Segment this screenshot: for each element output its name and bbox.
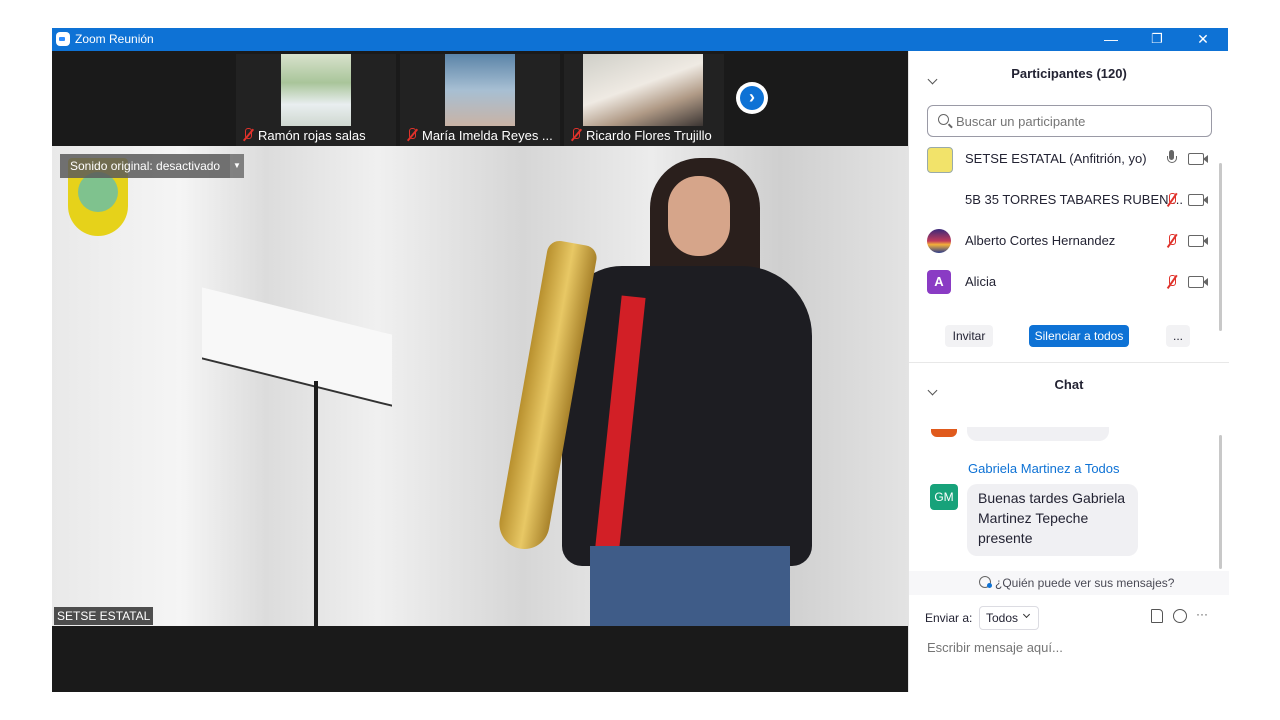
thumbnail-name: María Imelda Reyes ... <box>422 128 553 143</box>
participant-row[interactable]: Alberto Cortes Hernandez <box>909 221 1219 261</box>
participants-scrollbar[interactable] <box>1219 163 1222 331</box>
original-sound-toggle[interactable]: Sonido original: desactivado <box>60 154 231 178</box>
participant-video <box>281 54 351 126</box>
thumbnail-name-bar: María Imelda Reyes ... <box>400 126 560 146</box>
chat-header: Chat <box>1054 377 1084 392</box>
chat-scrollbar[interactable] <box>1219 435 1222 569</box>
video-area: Ramón rojas salas María Imelda Reyes ...… <box>52 51 908 692</box>
muted-mic-icon <box>242 128 254 142</box>
crest-emblem <box>78 172 118 212</box>
music-stand <box>202 287 392 407</box>
participant-row[interactable]: 5B 35 TORRES TABARES RUBEN ... <box>909 180 1219 220</box>
thumbnail-name-bar: Ricardo Flores Trujillo <box>564 126 724 146</box>
participant-name: Alicia <box>965 274 997 289</box>
search-icon-handle <box>948 123 953 129</box>
window-title: Zoom Reunión <box>75 32 154 46</box>
microphone-icon[interactable] <box>1166 150 1178 166</box>
minimize-button[interactable]: — <box>1088 28 1134 51</box>
emoji-icon[interactable] <box>1173 609 1187 623</box>
invite-button[interactable]: Invitar <box>945 325 993 347</box>
performer-face <box>668 176 730 256</box>
participant-name: 5B 35 TORRES TABARES RUBEN ... <box>965 192 1183 207</box>
avatar <box>927 229 951 253</box>
side-panel: Participantes (120) SETSE ESTATAL (Anfit… <box>908 51 1229 692</box>
video-camera-icon[interactable] <box>1188 194 1208 206</box>
thumbnail-name: Ramón rojas salas <box>258 128 366 143</box>
avatar <box>931 429 957 437</box>
who-can-see-bar[interactable]: ¿Quién puede ver sus mensajes? <box>909 571 1229 595</box>
speaker-name-label: SETSE ESTATAL <box>54 607 154 625</box>
info-dot-icon <box>987 583 992 588</box>
send-to-dropdown[interactable]: Todos <box>979 606 1039 630</box>
chevron-down-icon <box>1022 610 1031 619</box>
participant-thumbnail[interactable]: María Imelda Reyes ... <box>400 54 560 146</box>
restore-button[interactable]: ❐ <box>1134 28 1180 51</box>
participant-name: SETSE ESTATAL (Anfitrión, yo) <box>965 151 1147 166</box>
avatar: GM <box>930 484 958 510</box>
participant-name: Alberto Cortes Hernandez <box>965 233 1116 248</box>
music-stand-pole <box>314 381 318 626</box>
muted-mic-icon <box>570 128 582 142</box>
muted-mic-icon[interactable] <box>1164 192 1180 208</box>
performer-jeans <box>590 546 790 626</box>
participants-header: Participantes (120) <box>1011 66 1127 81</box>
video-camera-icon[interactable] <box>1188 276 1208 288</box>
muted-mic-icon <box>406 128 418 142</box>
thumbnail-name: Ricardo Flores Trujillo <box>586 128 712 143</box>
divider <box>909 362 1229 363</box>
active-speaker-video[interactable]: Sonido original: desactivado ▼ SETSE EST… <box>52 146 908 626</box>
title-bar: Zoom Reunión — ❐ ✕ <box>52 28 1228 51</box>
mute-all-button[interactable]: Silenciar a todos <box>1029 325 1129 347</box>
chat-message-bubble: Buenas tardes Gabriela Martinez Tepeche … <box>967 484 1138 556</box>
more-icon[interactable]: ··· <box>1196 607 1208 621</box>
muted-mic-icon[interactable] <box>1164 274 1180 290</box>
avatar: A <box>927 270 951 294</box>
participant-row[interactable]: SETSE ESTATAL (Anfitrión, yo) <box>909 139 1219 179</box>
who-can-see-link[interactable]: ¿Quién puede ver sus mensajes? <box>995 576 1174 590</box>
search-icon <box>938 114 949 125</box>
participant-video <box>445 54 515 126</box>
close-button[interactable]: ✕ <box>1180 28 1226 51</box>
participant-video <box>583 54 703 126</box>
chevron-down-icon[interactable]: ▼ <box>230 154 244 178</box>
chat-sender-label: Gabriela Martinez a Todos <box>968 461 1120 476</box>
participant-thumbnail[interactable]: Ramón rojas salas <box>236 54 396 146</box>
video-camera-icon[interactable] <box>1188 153 1208 165</box>
send-to-value: Todos <box>986 611 1019 625</box>
zoom-logo-icon <box>56 32 70 46</box>
participant-thumbnail[interactable]: Ricardo Flores Trujillo <box>564 54 724 146</box>
send-to-label: Enviar a: <box>925 611 973 625</box>
avatar <box>927 147 953 173</box>
more-options-button[interactable]: ... <box>1166 325 1190 347</box>
muted-mic-icon[interactable] <box>1164 233 1180 249</box>
file-icon[interactable] <box>1151 609 1163 623</box>
participant-search-field[interactable] <box>927 105 1212 137</box>
chat-message-bubble <box>967 427 1109 441</box>
next-page-button[interactable]: › <box>736 82 768 114</box>
video-camera-icon[interactable] <box>1188 235 1208 247</box>
chevron-right-icon: › <box>749 87 755 107</box>
zoom-window: Zoom Reunión — ❐ ✕ Ramón rojas salas Mar… <box>52 28 1229 692</box>
search-input[interactable] <box>954 111 1208 131</box>
participant-row[interactable]: A Alicia <box>909 262 1219 302</box>
chat-message-input[interactable] <box>925 636 1219 658</box>
thumbnail-name-bar: Ramón rojas salas <box>236 126 396 146</box>
